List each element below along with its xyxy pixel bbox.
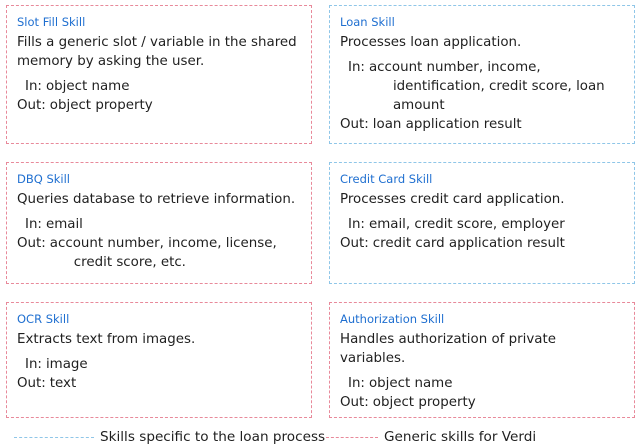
skill-description: Fills a generic slot / variable in the s… <box>17 35 297 69</box>
skill-title: Authorization Skill <box>340 312 445 326</box>
skill-card-credit-card: Credit Card Skill Processes credit card … <box>329 162 635 284</box>
skill-description: Processes credit card application. <box>340 192 565 207</box>
loan-legend-line <box>14 436 94 438</box>
skill-io: In: image Out: text <box>17 355 301 393</box>
output-label: Out: <box>340 117 369 132</box>
skill-title: Credit Card Skill <box>340 172 433 186</box>
input-label: In: <box>25 79 42 94</box>
skill-output-row: Out: loan application result <box>340 115 624 134</box>
skill-title: Slot Fill Skill <box>17 15 86 29</box>
output-value: credit card application result <box>372 236 565 251</box>
skill-output-row: Out: account number, income, license, cr… <box>17 234 301 272</box>
input-label: In: <box>25 217 42 232</box>
input-value: object name <box>45 79 130 94</box>
skill-io: In: email Out: account number, income, l… <box>17 215 301 272</box>
input-label: In: <box>348 60 365 75</box>
skill-input-row: In: email, credit score, employer <box>340 215 624 234</box>
input-label: In: <box>348 376 365 391</box>
skill-output-row: Out: credit card application result <box>340 234 624 253</box>
output-label: Out: <box>340 395 369 410</box>
output-label: Out: <box>17 98 46 113</box>
skill-input-row: In: email <box>17 215 301 234</box>
skill-input-row: In: account number, income, identificati… <box>340 58 624 115</box>
skill-description: Processes loan application. <box>340 35 522 50</box>
skill-card-authorization: Authorization Skill Handles authorizatio… <box>329 302 635 418</box>
skill-card-slot-fill: Slot Fill Skill Fills a generic slot / v… <box>6 5 312 144</box>
skill-input-row: In: object name <box>17 77 301 96</box>
skill-title: DBQ Skill <box>17 172 70 186</box>
input-value: object name <box>368 376 453 391</box>
input-label: In: <box>348 217 365 232</box>
output-label: Out: <box>340 236 369 251</box>
skill-io: In: object name Out: object property <box>340 374 624 412</box>
skill-input-row: In: image <box>17 355 301 374</box>
skill-description: Extracts text from images. <box>17 332 196 347</box>
skill-card-loan: Loan Skill Processes loan application. I… <box>329 5 635 144</box>
input-label: In: <box>25 357 42 372</box>
skill-io: In: object name Out: object property <box>17 77 301 115</box>
skill-description: Queries database to retrieve information… <box>17 192 296 207</box>
legend-generic: Generic skills for Verdi <box>326 428 536 446</box>
output-value: text <box>49 376 77 391</box>
skill-io: In: account number, income, identificati… <box>340 58 624 134</box>
output-value: object property <box>372 395 476 410</box>
skill-card-ocr: OCR Skill Extracts text from images. In:… <box>6 302 312 418</box>
input-value: email, credit score, employer <box>368 217 565 232</box>
skill-card-dbq: DBQ Skill Queries database to retrieve i… <box>6 162 312 284</box>
skill-io: In: email, credit score, employer Out: c… <box>340 215 624 253</box>
input-value: account number, income, identification, … <box>368 60 605 113</box>
skill-title: OCR Skill <box>17 312 70 326</box>
skill-output-row: Out: text <box>17 374 301 393</box>
output-value: loan application result <box>372 117 522 132</box>
output-label: Out: <box>17 376 46 391</box>
output-value: account number, income, license, credit … <box>49 236 277 270</box>
generic-legend-line <box>326 436 378 438</box>
input-value: email <box>45 217 83 232</box>
skill-input-row: In: object name <box>340 374 624 393</box>
loan-legend-label: Skills specific to the loan process <box>100 429 326 445</box>
legend-loan: Skills specific to the loan process <box>14 428 325 446</box>
skill-output-row: Out: object property <box>340 393 624 412</box>
output-value: object property <box>49 98 153 113</box>
input-value: image <box>45 357 88 372</box>
skill-title: Loan Skill <box>340 15 395 29</box>
skill-output-row: Out: object property <box>17 96 301 115</box>
skill-description: Handles authorization of private variabl… <box>340 332 556 366</box>
output-label: Out: <box>17 236 46 251</box>
generic-legend-label: Generic skills for Verdi <box>384 429 537 445</box>
